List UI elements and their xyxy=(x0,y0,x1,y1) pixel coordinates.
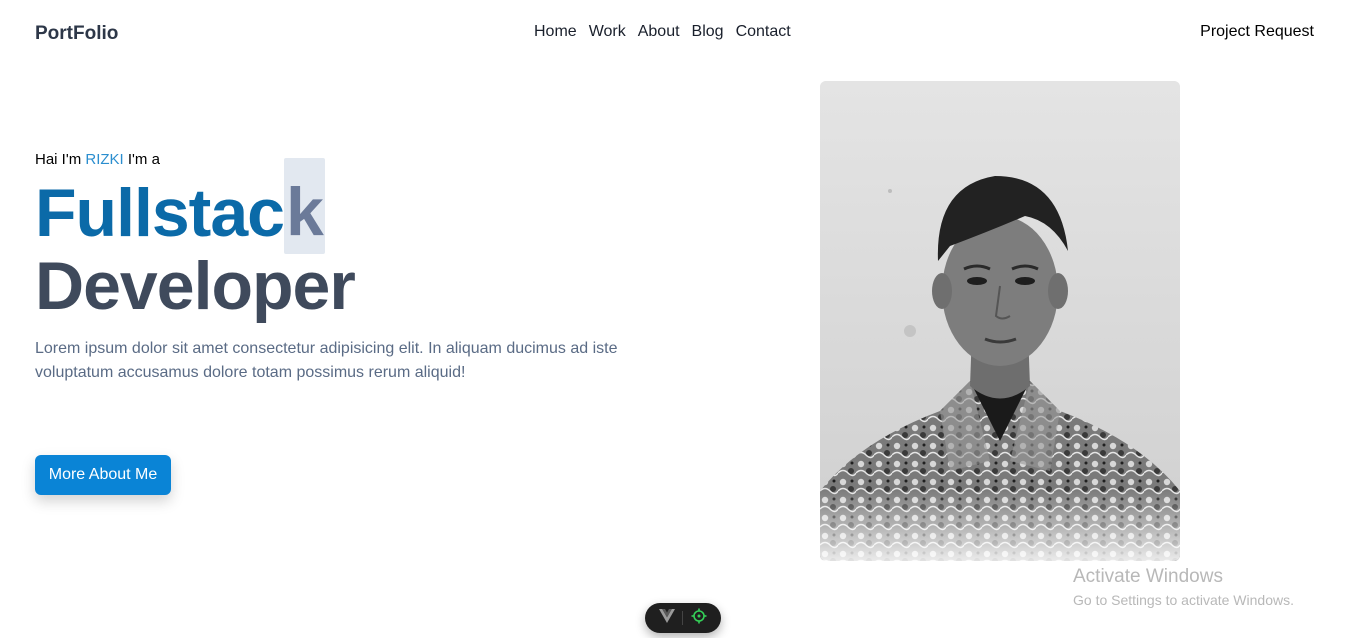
intro-prefix: Hai I'm xyxy=(35,151,86,168)
intro-name: RIZKI xyxy=(85,151,124,168)
hero-intro: Hai I'm RIZKI I'm a xyxy=(35,151,160,168)
hero-description: Lorem ipsum dolor sit amet consectetur a… xyxy=(35,340,618,381)
role-title-line2: Developer xyxy=(35,248,356,324)
nav-item-about[interactable]: About xyxy=(638,23,680,41)
activate-title: Activate Windows xyxy=(1073,566,1223,587)
devbar-separator xyxy=(682,611,684,625)
project-request-link[interactable]: Project Request xyxy=(1200,23,1314,41)
nav-item-work[interactable]: Work xyxy=(589,23,626,41)
nav-item-blog[interactable]: Blog xyxy=(692,23,724,41)
main-nav: Home Work About Blog Contact xyxy=(534,23,791,41)
role-title-line1: Fullstac k xyxy=(35,158,325,254)
nav-item-home[interactable]: Home xyxy=(534,23,577,41)
brand-logo[interactable]: PortFolio xyxy=(35,23,118,45)
profile-photo xyxy=(820,81,1180,561)
intro-suffix: I'm a xyxy=(123,151,160,168)
inspect-target-icon[interactable] xyxy=(691,608,707,629)
more-about-me-button[interactable]: More About Me xyxy=(35,455,171,495)
role-typed-text: Fullstac xyxy=(35,175,285,251)
vue-devtools-toolbar[interactable] xyxy=(645,603,721,633)
typing-cursor: k xyxy=(283,158,325,254)
windows-activation-watermark: Activate Windows Go to Settings to activ… xyxy=(1073,566,1294,608)
vue-logo-icon[interactable] xyxy=(658,608,675,628)
nav-item-contact[interactable]: Contact xyxy=(736,23,791,41)
activate-subtitle: Go to Settings to activate Windows. xyxy=(1073,592,1294,608)
page: PortFolio Home Work About Blog Contact P… xyxy=(0,0,1345,638)
portrait-image xyxy=(820,81,1180,561)
